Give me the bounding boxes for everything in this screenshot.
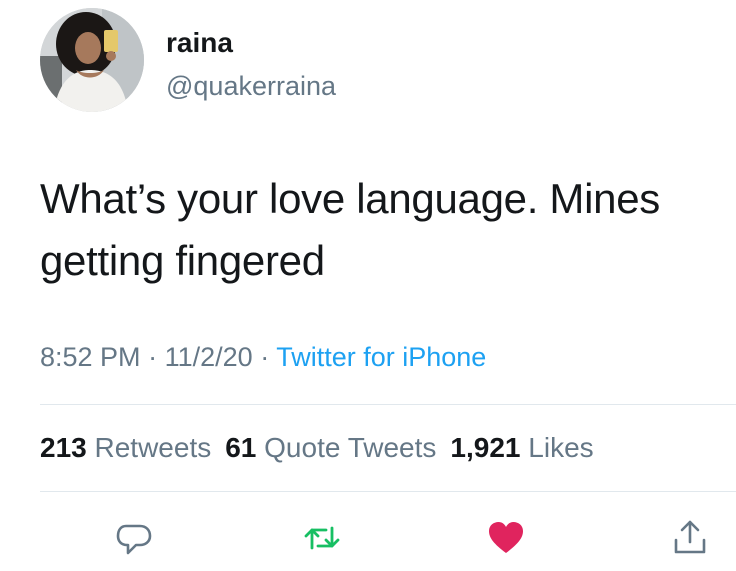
heart-icon: [489, 522, 523, 553]
tweet-stats: 213 Retweets 61 Quote Tweets 1,921 Likes: [40, 430, 594, 466]
tweet-date[interactable]: 11/2/20: [165, 342, 253, 372]
tweet-source-link[interactable]: Twitter for iPhone: [276, 342, 486, 372]
tweet-metadata: 8:52 PM · 11/2/20 · Twitter for iPhone: [40, 339, 486, 375]
divider: [40, 404, 736, 405]
user-handle[interactable]: @quakerraina: [166, 70, 336, 102]
likes-count: 1,921: [450, 432, 521, 463]
share-icon: [674, 520, 706, 554]
meta-separator: ·: [260, 342, 270, 372]
divider: [40, 491, 736, 492]
reply-button[interactable]: [112, 516, 156, 560]
retweets-label: Retweets: [94, 432, 212, 463]
quote-tweets-label: Quote Tweets: [264, 432, 437, 463]
quote-tweets-stat[interactable]: 61 Quote Tweets: [225, 432, 436, 463]
display-name[interactable]: raina: [166, 26, 233, 60]
meta-separator: ·: [148, 342, 158, 372]
like-button[interactable]: [484, 516, 528, 560]
retweets-stat[interactable]: 213 Retweets: [40, 432, 211, 463]
reply-icon: [116, 524, 152, 555]
likes-label: Likes: [528, 432, 594, 463]
retweets-count: 213: [40, 432, 87, 463]
likes-stat[interactable]: 1,921 Likes: [450, 432, 593, 463]
tweet-time[interactable]: 8:52 PM: [40, 342, 141, 372]
tweet-text: What’s your love language. Mines getting…: [40, 175, 660, 284]
retweet-button[interactable]: [300, 516, 344, 560]
retweet-icon: [304, 526, 340, 550]
avatar[interactable]: [40, 8, 144, 112]
share-button[interactable]: [668, 516, 712, 560]
quote-tweets-count: 61: [225, 432, 257, 463]
